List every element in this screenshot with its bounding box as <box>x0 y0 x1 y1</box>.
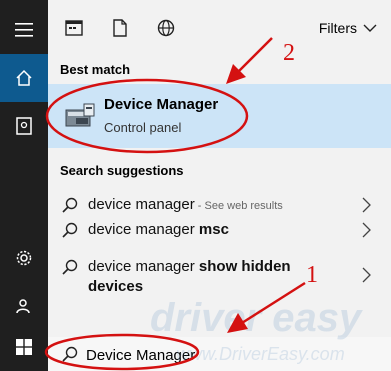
hamburger-icon <box>15 23 33 37</box>
device-manager-icon <box>65 103 95 127</box>
home-button[interactable] <box>0 54 48 102</box>
search-icon <box>62 222 78 238</box>
gear-icon <box>16 250 32 266</box>
chevron-down-icon <box>363 24 377 32</box>
search-icon <box>62 346 78 362</box>
suggestion-item[interactable]: device manager - See web results <box>48 195 391 217</box>
best-match-subtitle: Control panel <box>104 120 182 135</box>
apps-filter-button[interactable] <box>62 16 86 40</box>
document-icon <box>113 19 127 37</box>
chevron-right-icon[interactable] <box>361 222 371 238</box>
chevron-right-icon[interactable] <box>361 197 371 213</box>
person-icon <box>16 299 30 314</box>
home-icon <box>16 69 32 86</box>
start-button[interactable] <box>0 323 48 371</box>
start-menu-rail <box>0 0 48 371</box>
search-suggestions-heading: Search suggestions <box>60 163 184 178</box>
settings-button[interactable] <box>0 234 48 282</box>
apps-icon <box>65 20 83 36</box>
search-icon <box>62 197 78 213</box>
suggestion-text: device manager - See web results <box>88 196 283 213</box>
notebook-icon <box>16 117 32 135</box>
filters-label: Filters <box>318 20 357 36</box>
suggestion-item[interactable]: device manager show hidden devices <box>48 257 391 297</box>
filters-dropdown[interactable]: Filters <box>319 20 377 36</box>
documents-filter-button[interactable] <box>108 16 132 40</box>
windows-logo-icon <box>16 339 32 355</box>
chevron-right-icon[interactable] <box>361 267 371 283</box>
search-icon <box>62 259 78 275</box>
notebook-button[interactable] <box>0 102 48 150</box>
web-filter-button[interactable] <box>154 16 178 40</box>
best-match-heading: Best match <box>60 62 131 77</box>
suggestion-text: device manager msc <box>88 221 229 238</box>
suggestion-item[interactable]: device manager msc <box>48 220 391 242</box>
suggestion-text: device manager show hidden devices <box>88 258 291 295</box>
globe-icon <box>157 19 175 37</box>
best-match-result[interactable]: Device Manager Control panel <box>48 84 391 148</box>
search-bar <box>48 337 391 371</box>
best-match-title: Device Manager <box>104 96 219 113</box>
filter-toolbar: Filters <box>48 0 391 56</box>
hamburger-menu-button[interactable] <box>0 6 48 54</box>
search-input[interactable] <box>86 343 366 367</box>
search-results-panel: Filters Best match Device Manager Contro… <box>48 0 391 371</box>
